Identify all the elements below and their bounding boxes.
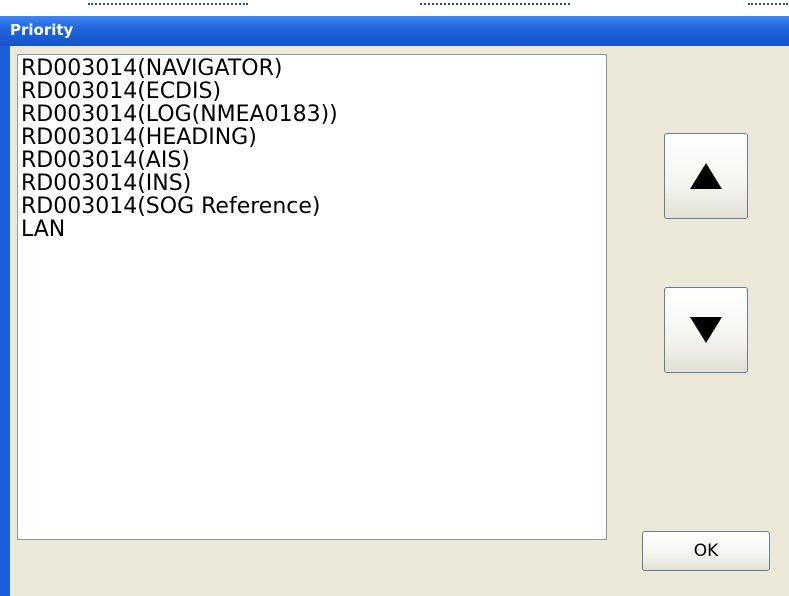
list-item[interactable]: RD003014(NAVIGATOR) xyxy=(21,57,603,80)
move-down-button[interactable] xyxy=(664,287,748,373)
list-item[interactable]: RD003014(INS) xyxy=(21,172,603,195)
list-item[interactable]: RD003014(HEADING) xyxy=(21,126,603,149)
move-up-button[interactable] xyxy=(664,133,748,219)
title-bar[interactable]: Priority xyxy=(0,16,789,46)
list-item[interactable]: RD003014(SOG Reference) xyxy=(21,195,603,218)
ok-button[interactable]: OK xyxy=(642,531,770,571)
list-item[interactable]: RD003014(ECDIS) xyxy=(21,80,603,103)
list-item[interactable]: RD003014(LOG(NMEA0183)) xyxy=(21,103,603,126)
down-triangle-icon xyxy=(690,317,722,343)
background-window-strip xyxy=(0,0,789,16)
background-decoration xyxy=(88,3,248,8)
background-decoration xyxy=(748,3,788,8)
background-decoration xyxy=(420,3,570,8)
ok-button-label: OK xyxy=(693,541,719,561)
dialog-title: Priority xyxy=(10,21,74,39)
list-item[interactable]: LAN xyxy=(21,218,603,241)
list-item[interactable]: RD003014(AIS) xyxy=(21,149,603,172)
priority-dialog: Priority RD003014(NAVIGATOR) RD003014(EC… xyxy=(0,16,789,596)
up-triangle-icon xyxy=(690,163,722,189)
priority-list[interactable]: RD003014(NAVIGATOR) RD003014(ECDIS) RD00… xyxy=(17,54,607,540)
